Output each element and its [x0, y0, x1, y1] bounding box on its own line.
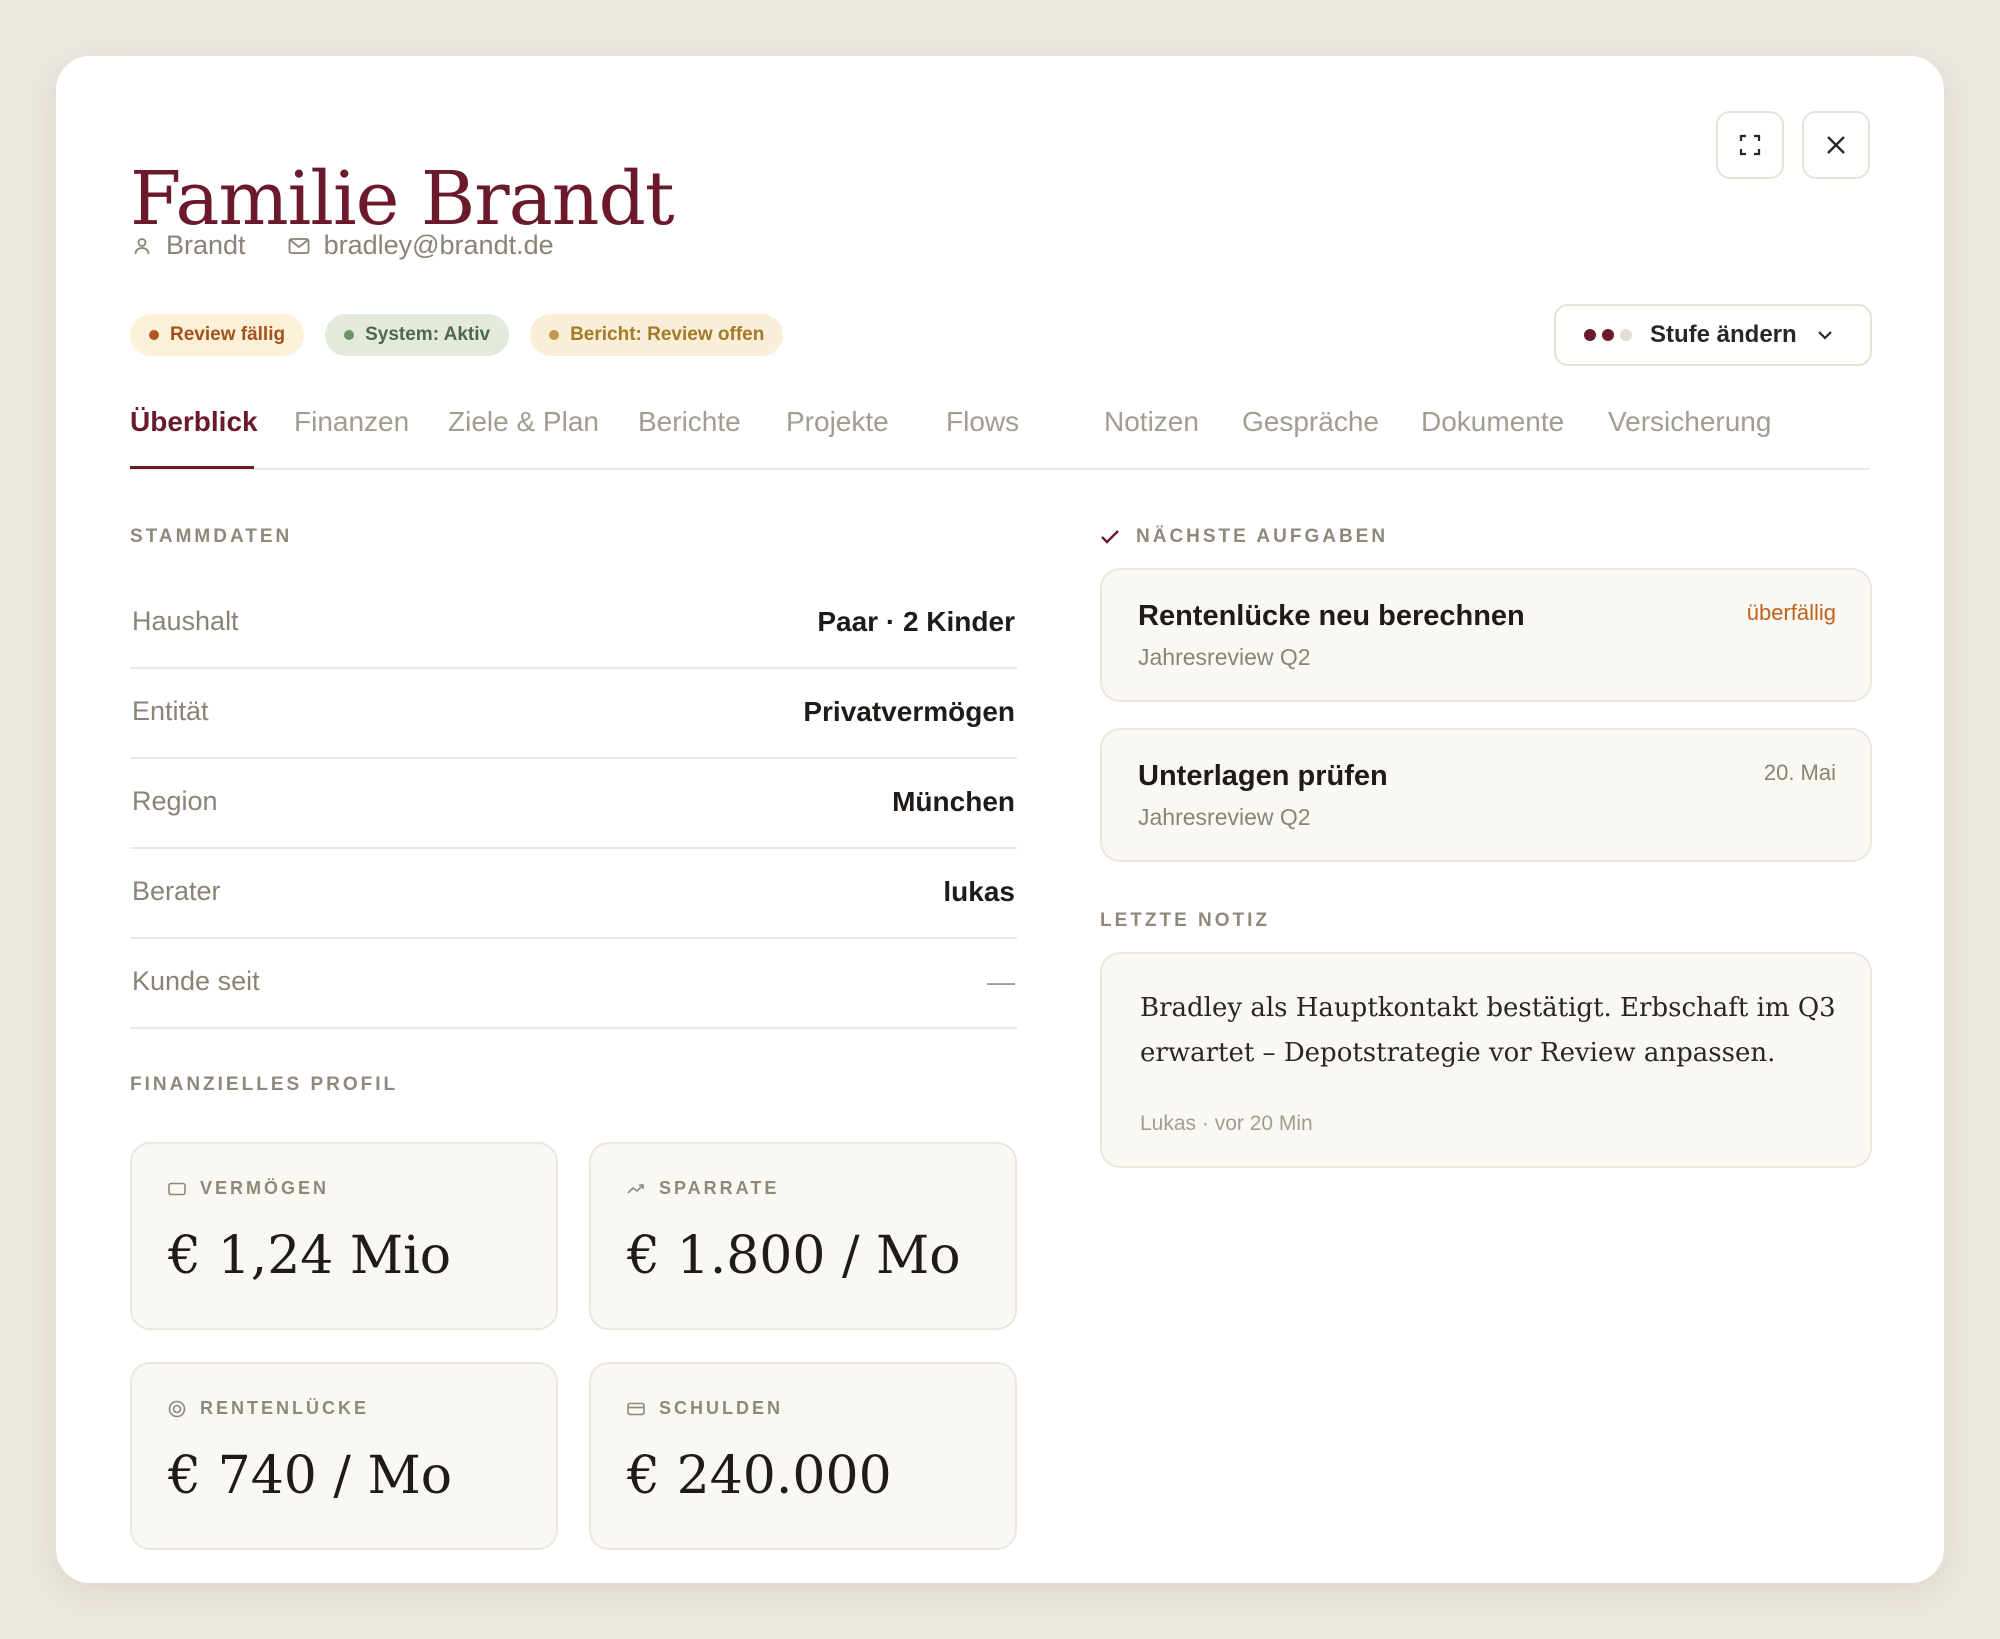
stat-label: SPARRATE: [627, 1178, 779, 1199]
chevron-down-icon: [1817, 331, 1832, 340]
stat-value: € 1.800 / Mo: [627, 1226, 961, 1286]
stat-label-text: SPARRATE: [659, 1178, 780, 1198]
row-value: lukas: [943, 876, 1015, 907]
row-key: Region: [132, 786, 218, 816]
tab-versicherung[interactable]: Versicherung: [1608, 406, 1771, 438]
status-dot: [344, 330, 355, 340]
change-stage-label: Stufe ändern: [1650, 321, 1797, 348]
stammdaten-heading: STAMMDATEN: [130, 526, 293, 547]
status-badge-label: Bericht: Review offen: [570, 324, 765, 345]
task-title: Rentenlücke neu berechnen: [1138, 600, 1525, 632]
tab-ueberblick[interactable]: Überblick: [130, 406, 258, 438]
naechste-aufgaben-title: NÄCHSTE AUFGABEN: [1136, 526, 1389, 547]
status-badge-system: System: Aktiv: [325, 314, 510, 356]
contact-email[interactable]: bradley@brandt.de: [288, 230, 554, 261]
stat-label: RENTENLÜCKE: [168, 1398, 369, 1419]
stat-value: € 1,24 Mio: [168, 1226, 452, 1286]
stat-label-text: VERMÖGEN: [200, 1178, 330, 1198]
stat-value: € 240.000: [627, 1446, 892, 1506]
stage-dot-filled: [1584, 329, 1596, 341]
task-subtitle: Jahresreview Q2: [1138, 804, 1311, 830]
tab-finanzen[interactable]: Finanzen: [294, 406, 409, 438]
letzte-notiz-heading: LETZTE NOTIZ: [1100, 910, 1271, 931]
row-value: Paar · 2 Kinder: [817, 606, 1015, 637]
row-key: Haushalt: [132, 606, 239, 636]
stat-label-text: RENTENLÜCKE: [200, 1398, 370, 1418]
stage-dot-empty: [1620, 329, 1632, 341]
change-stage-button[interactable]: Stufe ändern: [1554, 304, 1872, 366]
row-value: Privatvermögen: [803, 696, 1015, 727]
stat-label: VERMÖGEN: [168, 1178, 329, 1199]
expand-button[interactable]: [1716, 111, 1784, 179]
row-value: —: [987, 966, 1015, 997]
user-icon: [134, 237, 150, 254]
contact-meta: Brandt bradley@brandt.de: [132, 230, 596, 261]
status-badge-review: Review fällig: [130, 314, 305, 356]
tab-berichte[interactable]: Berichte: [638, 406, 741, 438]
tab-dokumente[interactable]: Dokumente: [1421, 406, 1564, 438]
stat-value: € 740 / Mo: [168, 1446, 452, 1506]
stat-card-sparrate: SPARRATE € 1.800 / Mo: [589, 1142, 1017, 1330]
status-badge-label: Review fällig: [170, 324, 286, 345]
stat-label: SCHULDEN: [627, 1398, 783, 1419]
tab-notizen[interactable]: Notizen: [1104, 406, 1199, 438]
status-badge-label: System: Aktiv: [365, 324, 491, 345]
tab-gespraeche[interactable]: Gespräche: [1242, 406, 1379, 438]
status-dot: [549, 330, 560, 340]
note-text: Bradley als Hauptkontakt bestätigt. Erbs…: [1140, 993, 1836, 1068]
stat-card-vermoegen: VERMÖGEN € 1,24 Mio: [130, 1142, 558, 1330]
naechste-aufgaben-heading: NÄCHSTE AUFGABEN: [1100, 526, 1388, 548]
stage-dot-filled: [1602, 329, 1614, 341]
stammdaten-row-haushalt: Haushalt Paar · 2 Kinder: [130, 578, 1017, 669]
stat-card-schulden: SCHULDEN € 240.000: [589, 1362, 1017, 1550]
contact-name: Brandt: [132, 230, 246, 261]
tab-projekte[interactable]: Projekte: [786, 406, 889, 438]
stammdaten-row-region: Region München: [130, 758, 1017, 849]
row-value: München: [892, 786, 1015, 817]
note-card[interactable]: Bradley als Hauptkontakt bestätigt. Erbs…: [1100, 952, 1872, 1168]
stat-card-rentenluecke: RENTENLÜCKE € 740 / Mo: [130, 1362, 558, 1550]
tab-bar: Überblick Finanzen Ziele & Plan Berichte…: [130, 406, 1870, 470]
finanzielles-profil-heading: FINANZIELLES PROFIL: [130, 1074, 399, 1095]
task-card[interactable]: Rentenlücke neu berechnen Jahresreview Q…: [1100, 568, 1872, 702]
trend-up-icon: [627, 1183, 644, 1194]
credit-card-icon: [627, 1402, 645, 1415]
task-title: Unterlagen prüfen: [1138, 760, 1388, 792]
task-due-badge: überfällig: [1746, 600, 1836, 625]
active-tab-indicator: [130, 466, 254, 469]
check-icon: [1101, 530, 1119, 544]
stammdaten-row-kunde-seit: Kunde seit —: [130, 938, 1017, 1029]
status-badges: Review fällig System: Aktiv Bericht: Rev…: [130, 314, 804, 356]
stat-label-text: SCHULDEN: [659, 1398, 784, 1418]
status-badge-report: Bericht: Review offen: [530, 314, 784, 356]
task-due-date: 20. Mai: [1763, 760, 1836, 785]
contact-email-text: bradley@brandt.de: [323, 230, 554, 260]
task-subtitle: Jahresreview Q2: [1138, 644, 1311, 670]
tab-ziele-plan[interactable]: Ziele & Plan: [448, 406, 599, 438]
note-byline: Lukas · vor 20 Min: [1140, 1112, 1313, 1135]
task-card[interactable]: Unterlagen prüfen Jahresreview Q2 20. Ma…: [1100, 728, 1872, 862]
stammdaten-row-entitaet: Entität Privatvermögen: [130, 668, 1017, 759]
row-key: Entität: [132, 696, 209, 726]
mail-icon: [288, 237, 309, 254]
target-icon: [168, 1400, 186, 1417]
row-key: Kunde seit: [132, 966, 260, 996]
close-button[interactable]: [1802, 111, 1870, 179]
row-key: Berater: [132, 876, 221, 906]
contact-name-text: Brandt: [166, 230, 246, 260]
client-detail-dialog: Familie Brandt Brandt bradley@brandt.de …: [56, 56, 1944, 1583]
status-dot: [149, 330, 159, 340]
tab-flows[interactable]: Flows: [946, 406, 1019, 438]
stammdaten-row-berater: Berater lukas: [130, 848, 1017, 939]
expand-icon: [1739, 134, 1761, 156]
wallet-icon: [168, 1182, 186, 1195]
close-icon: [1827, 136, 1845, 154]
